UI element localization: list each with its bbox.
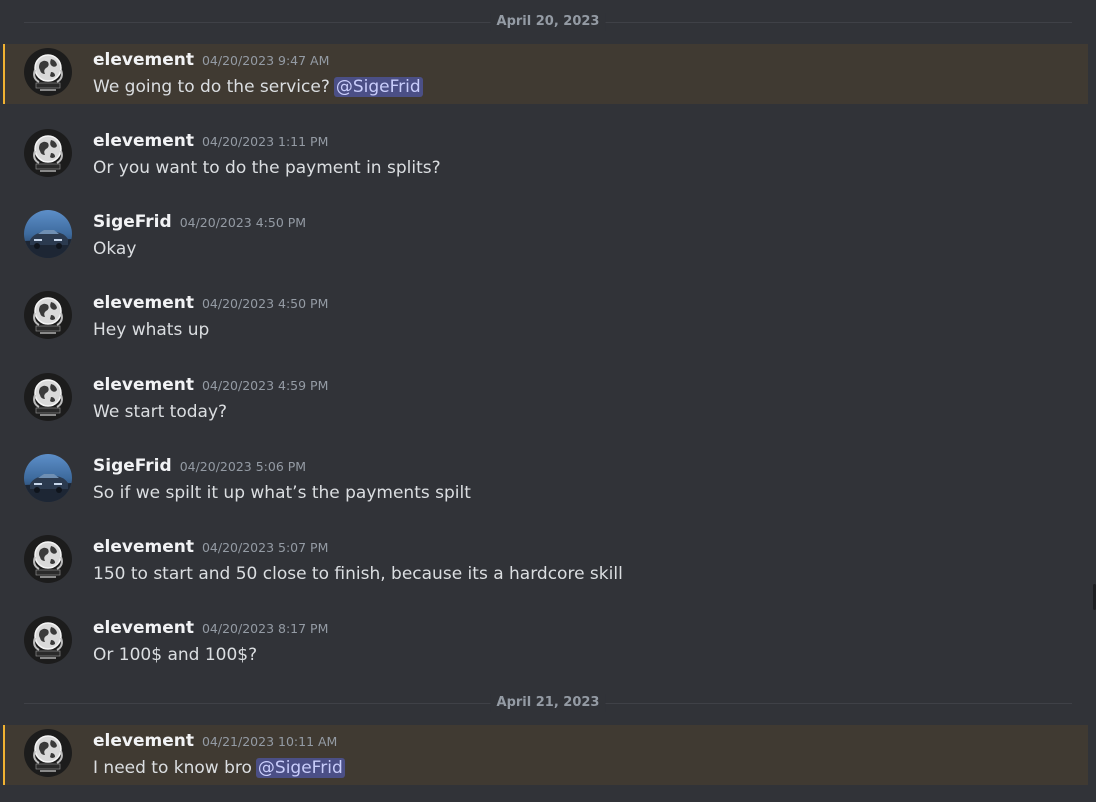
message-content: Hey whats up bbox=[93, 319, 209, 341]
timestamp[interactable]: 04/21/2023 10:11 AM bbox=[202, 734, 337, 749]
globe-avatar-image bbox=[24, 616, 72, 664]
elevement-globe-avatar[interactable] bbox=[24, 48, 72, 96]
elevement-globe-avatar[interactable] bbox=[24, 616, 72, 664]
message-text: We going to do the service? bbox=[93, 77, 330, 97]
message-text: Or you want to do the payment in splits? bbox=[93, 158, 441, 178]
elevement-globe-avatar[interactable] bbox=[24, 729, 72, 777]
message-item[interactable]: elevement 04/20/2023 5:07 PM 150 to start… bbox=[3, 531, 1088, 591]
username[interactable]: elevement bbox=[93, 731, 194, 751]
message-header: SigeFrid 04/20/2023 5:06 PM bbox=[93, 456, 306, 476]
message-item[interactable]: elevement 04/20/2023 9:47 AM We going to … bbox=[3, 44, 1088, 104]
message-item[interactable]: elevement 04/20/2023 8:17 PM Or 100$ and … bbox=[3, 612, 1088, 672]
timestamp[interactable]: 04/20/2023 8:17 PM bbox=[202, 621, 328, 636]
timestamp[interactable]: 04/20/2023 4:59 PM bbox=[202, 378, 328, 393]
message-item[interactable]: SigeFrid 04/20/2023 4:50 PM Okay bbox=[3, 206, 1088, 266]
username[interactable]: elevement bbox=[93, 50, 194, 70]
message-text: I need to know bro bbox=[93, 758, 252, 778]
message-header: elevement 04/20/2023 4:50 PM bbox=[93, 293, 328, 313]
elevement-globe-avatar[interactable] bbox=[24, 291, 72, 339]
timestamp[interactable]: 04/20/2023 9:47 AM bbox=[202, 53, 329, 68]
message-header: elevement 04/20/2023 1:11 PM bbox=[93, 131, 328, 151]
message-content: Or you want to do the payment in splits? bbox=[93, 157, 441, 179]
message-header: SigeFrid 04/20/2023 4:50 PM bbox=[93, 212, 306, 232]
chat-message-list: April 20, 2023 elevement 04/20/2023 9:47 … bbox=[0, 0, 1096, 802]
message-content: We going to do the service? @SigeFrid bbox=[93, 76, 423, 98]
timestamp[interactable]: 04/20/2023 4:50 PM bbox=[180, 215, 306, 230]
message-item[interactable]: elevement 04/21/2023 10:11 AM I need to k… bbox=[3, 725, 1088, 785]
elevement-globe-avatar[interactable] bbox=[24, 129, 72, 177]
username[interactable]: SigeFrid bbox=[93, 456, 172, 476]
message-text: Or 100$ and 100$? bbox=[93, 645, 258, 665]
timestamp[interactable]: 04/20/2023 4:50 PM bbox=[202, 296, 328, 311]
globe-avatar-image bbox=[24, 129, 72, 177]
globe-avatar-image bbox=[24, 373, 72, 421]
message-content: 150 to start and 50 close to finish, bec… bbox=[93, 563, 623, 585]
timestamp[interactable]: 04/20/2023 1:11 PM bbox=[202, 134, 328, 149]
timestamp[interactable]: 04/20/2023 5:07 PM bbox=[202, 540, 328, 555]
message-content: We start today? bbox=[93, 401, 227, 423]
message-item[interactable]: elevement 04/20/2023 4:50 PM Hey whats up bbox=[3, 287, 1088, 347]
globe-avatar-image bbox=[24, 291, 72, 339]
user-mention[interactable]: @SigeFrid bbox=[255, 758, 345, 778]
username[interactable]: elevement bbox=[93, 375, 194, 395]
message-header: elevement 04/21/2023 10:11 AM bbox=[93, 731, 337, 751]
message-text: Hey whats up bbox=[93, 320, 210, 340]
message-header: elevement 04/20/2023 5:07 PM bbox=[93, 537, 328, 557]
message-item[interactable]: elevement 04/20/2023 4:59 PM We start tod… bbox=[3, 369, 1088, 429]
user-mention[interactable]: @SigeFrid bbox=[333, 77, 423, 97]
car-avatar-image bbox=[24, 454, 72, 502]
globe-avatar-image bbox=[24, 48, 72, 96]
message-text: Okay bbox=[93, 239, 137, 259]
message-content: So if we spilt it up what’s the payments… bbox=[93, 482, 471, 504]
date-divider-label: April 20, 2023 bbox=[490, 13, 606, 31]
globe-avatar-image bbox=[24, 729, 72, 777]
sigefrid-car-avatar[interactable] bbox=[24, 210, 72, 258]
username[interactable]: elevement bbox=[93, 618, 194, 638]
message-text: 150 to start and 50 close to finish, bec… bbox=[93, 564, 623, 584]
date-divider-label: April 21, 2023 bbox=[490, 694, 606, 712]
date-divider: April 21, 2023 bbox=[24, 694, 1072, 712]
message-item[interactable]: SigeFrid 04/20/2023 5:06 PM So if we spil… bbox=[3, 450, 1088, 510]
elevement-globe-avatar[interactable] bbox=[24, 535, 72, 583]
message-header: elevement 04/20/2023 4:59 PM bbox=[93, 375, 328, 395]
message-text: We start today? bbox=[93, 402, 228, 422]
message-header: elevement 04/20/2023 9:47 AM bbox=[93, 50, 329, 70]
username[interactable]: elevement bbox=[93, 131, 194, 151]
message-header: elevement 04/20/2023 8:17 PM bbox=[93, 618, 328, 638]
elevement-globe-avatar[interactable] bbox=[24, 373, 72, 421]
message-content: I need to know bro @SigeFrid bbox=[93, 757, 345, 779]
globe-avatar-image bbox=[24, 535, 72, 583]
message-content: Okay bbox=[93, 238, 136, 260]
message-item[interactable]: elevement 04/20/2023 1:11 PM Or you want … bbox=[3, 125, 1088, 185]
car-avatar-image bbox=[24, 210, 72, 258]
sigefrid-car-avatar[interactable] bbox=[24, 454, 72, 502]
message-content: Or 100$ and 100$? bbox=[93, 644, 257, 666]
message-text: So if we spilt it up what’s the payments… bbox=[93, 483, 471, 503]
username[interactable]: SigeFrid bbox=[93, 212, 172, 232]
date-divider: April 20, 2023 bbox=[24, 13, 1072, 31]
timestamp[interactable]: 04/20/2023 5:06 PM bbox=[180, 459, 306, 474]
username[interactable]: elevement bbox=[93, 537, 194, 557]
username[interactable]: elevement bbox=[93, 293, 194, 313]
